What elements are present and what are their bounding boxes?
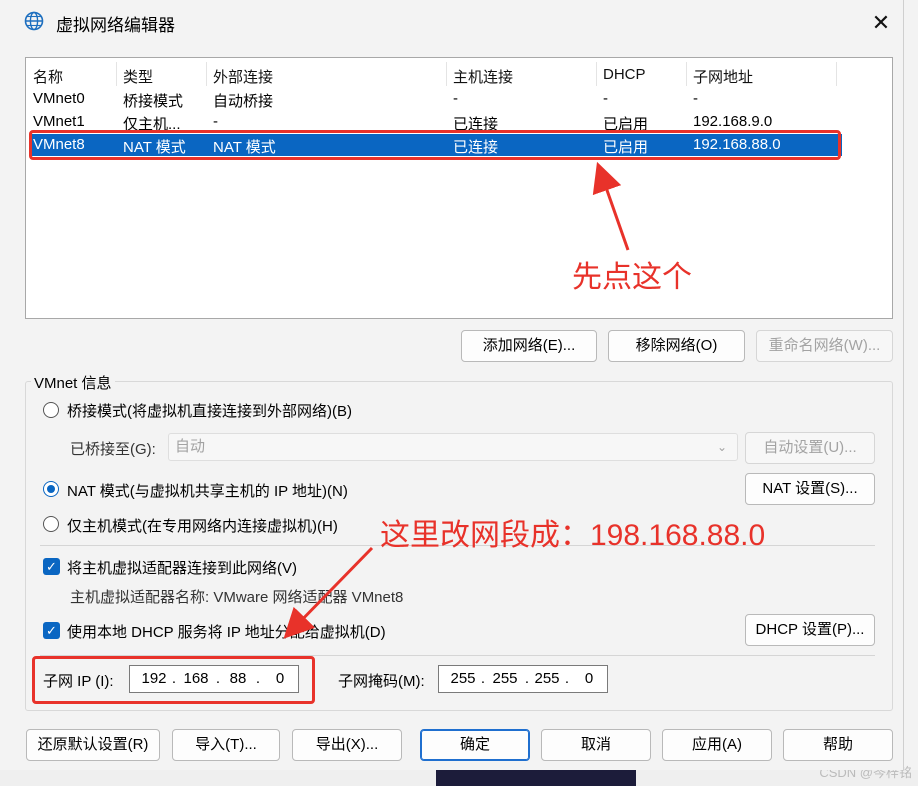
chevron-down-icon: ⌄ <box>716 440 727 454</box>
bridged-mode-label[interactable]: 桥接模式(将虚拟机直接连接到外部网络)(B) <box>67 400 352 421</box>
host-only-radio[interactable] <box>43 516 59 532</box>
cell-subnet: 192.168.9.0 <box>693 113 773 130</box>
background-banner <box>436 770 636 786</box>
connect-adapter-checkbox[interactable]: ✓ <box>43 558 60 575</box>
globe-icon <box>24 11 44 31</box>
nat-mode-label[interactable]: NAT 模式(与虚拟机共享主机的 IP 地址)(N) <box>67 480 348 501</box>
annotation-click-first: 先点这个 <box>572 261 692 294</box>
cancel-button[interactable]: 取消 <box>541 729 651 761</box>
close-icon: ✕ <box>871 10 891 35</box>
window-title: 虚拟网络编辑器 <box>56 16 175 35</box>
column-header-name[interactable]: 名称 <box>33 66 63 87</box>
subnet-mask-label: 子网掩码(M): <box>338 673 425 690</box>
remove-network-button[interactable]: 移除网络(O) <box>608 330 745 362</box>
dhcp-settings-button[interactable]: DHCP 设置(P)... <box>745 614 875 646</box>
import-button[interactable]: 导入(T)... <box>172 729 280 761</box>
auto-settings-button[interactable]: 自动设置(U)... <box>745 432 875 464</box>
subnet-mask-octet-2: 255 <box>492 670 518 687</box>
subnet-mask-octet-1: 255 <box>450 670 476 687</box>
subnet-mask-octet-3: 255 <box>534 670 560 687</box>
export-button[interactable]: 导出(X)... <box>292 729 402 761</box>
title-bar: 虚拟网络编辑器 ✕ <box>0 0 903 44</box>
cell-external: 自动桥接 <box>213 93 274 110</box>
vmnet-info-legend: VMnet 信息 <box>31 372 115 393</box>
virtual-network-editor-dialog: 虚拟网络编辑器 ✕ 名称 类型 外部连接 主机连接 DHCP 子网地址 VMne… <box>0 0 904 770</box>
background-page-strip <box>904 0 918 786</box>
add-network-button[interactable]: 添加网络(E)... <box>461 330 597 362</box>
adapter-name-text: 主机虚拟适配器名称: VMware 网络适配器 VMnet8 <box>70 589 404 606</box>
bridged-to-label: 已桥接至(G): <box>70 441 156 458</box>
cell-subnet: - <box>693 90 698 107</box>
bridged-to-select[interactable]: 自动 ⌄ <box>168 433 738 461</box>
column-header-external[interactable]: 外部连接 <box>213 66 273 87</box>
cell-host: - <box>453 90 458 107</box>
subnet-mask-input[interactable]: 255 . 255 . 255 . 0 <box>438 665 608 693</box>
rename-network-button[interactable]: 重命名网络(W)... <box>756 330 893 362</box>
dhcp-checkbox[interactable]: ✓ <box>43 622 60 639</box>
annotation-highlight-subnet-ip <box>32 656 315 704</box>
nat-mode-radio[interactable] <box>43 481 59 497</box>
ok-button[interactable]: 确定 <box>420 729 530 761</box>
cell-name: VMnet1 <box>33 113 85 130</box>
table-row[interactable]: VMnet0 桥接模式 自动桥接 - - - <box>32 88 842 110</box>
dhcp-label[interactable]: 使用本地 DHCP 服务将 IP 地址分配给虚拟机(D) <box>67 621 386 642</box>
connect-adapter-label[interactable]: 将主机虚拟适配器连接到此网络(V) <box>67 557 297 578</box>
apply-button[interactable]: 应用(A) <box>662 729 772 761</box>
column-header-subnet[interactable]: 子网地址 <box>693 66 753 87</box>
nat-settings-button[interactable]: NAT 设置(S)... <box>745 473 875 505</box>
cell-external: - <box>213 113 218 130</box>
close-button[interactable]: ✕ <box>866 8 896 38</box>
help-button[interactable]: 帮助 <box>783 729 893 761</box>
cell-type: 桥接模式 <box>123 93 184 110</box>
bridged-mode-radio[interactable] <box>43 402 59 418</box>
restore-defaults-button[interactable]: 还原默认设置(R) <box>26 729 160 761</box>
cell-name: VMnet0 <box>33 90 85 107</box>
host-only-label[interactable]: 仅主机模式(在专用网络内连接虚拟机)(H) <box>67 515 338 536</box>
network-list[interactable]: 名称 类型 外部连接 主机连接 DHCP 子网地址 VMnet0 桥接模式 自动… <box>25 57 893 319</box>
column-header-dhcp[interactable]: DHCP <box>603 66 646 83</box>
bridged-to-value: 自动 <box>175 438 206 455</box>
subnet-mask-octet-4: 0 <box>584 670 594 687</box>
annotation-highlight-vmnet8 <box>29 130 841 160</box>
column-header-host[interactable]: 主机连接 <box>453 66 513 87</box>
cell-dhcp: - <box>603 90 608 107</box>
column-header-type[interactable]: 类型 <box>123 66 153 87</box>
annotation-change-subnet: 这里改网段成：198.168.88.0 <box>380 519 766 552</box>
